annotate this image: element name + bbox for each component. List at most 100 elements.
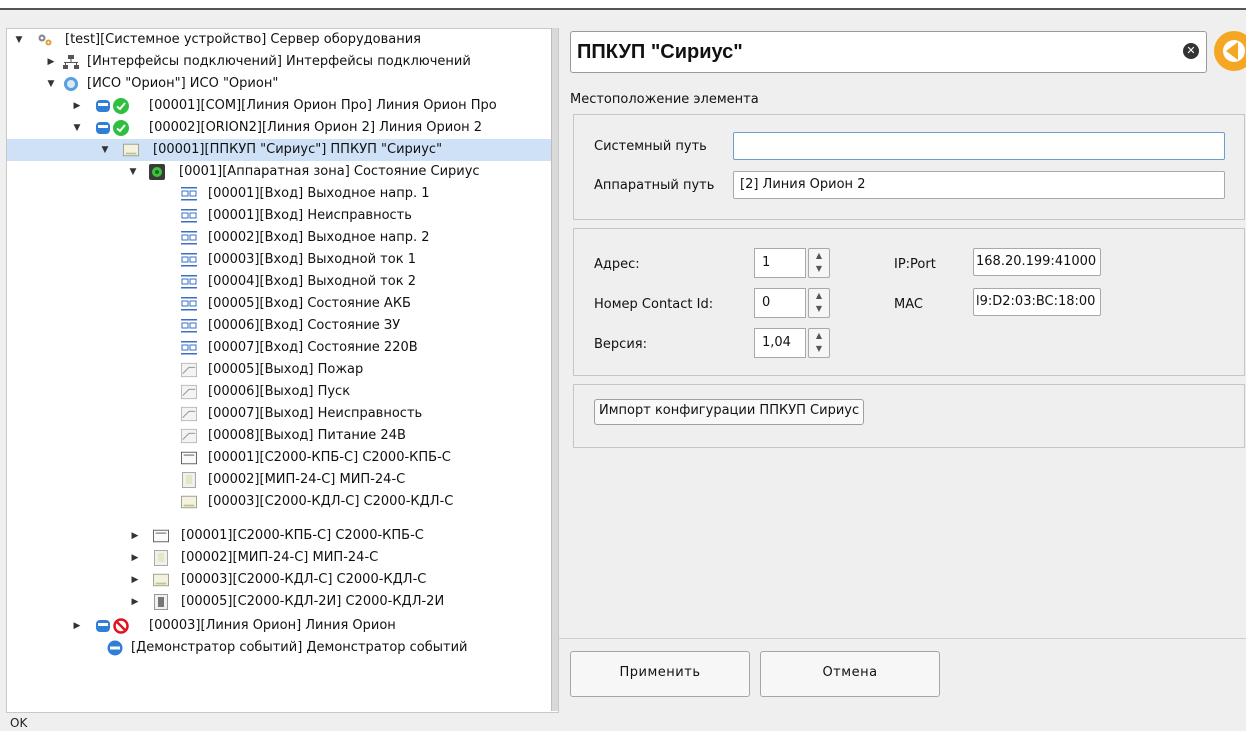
tree-item-line-orion-2[interactable]: ▼ [00002][ORION2][Линия Орион 2] Линия О… bbox=[7, 117, 558, 139]
kpb-icon bbox=[153, 529, 169, 543]
tree-item-input[interactable]: [00004][Вход] Выходной ток 2 bbox=[7, 271, 558, 293]
tree-item-zone[interactable]: ▼ [0001][Аппаратная зона] Состояние Сири… bbox=[7, 161, 558, 183]
tree-item-label: [0001][Аппаратная зона] Состояние Сириус bbox=[179, 164, 480, 179]
expand-arrow-icon[interactable]: ▶ bbox=[129, 591, 141, 613]
line-icon bbox=[96, 100, 110, 112]
network-icon bbox=[63, 55, 79, 69]
clear-icon[interactable]: ✕ bbox=[1183, 43, 1199, 59]
tree-item-input[interactable]: [00007][Вход] Состояние 220В bbox=[7, 337, 558, 359]
tree-item-input[interactable]: [00006][Вход] Состояние ЗУ bbox=[7, 315, 558, 337]
hardware-path-input[interactable]: [2] Линия Орион 2 bbox=[733, 171, 1225, 199]
tree-item-label: [00003][С2000-КДЛ-С] С2000-КДЛ-С bbox=[181, 572, 427, 587]
input-icon bbox=[181, 209, 197, 223]
tree-item-label: [00003][С2000-КДЛ-С] С2000-КДЛ-С bbox=[208, 494, 454, 509]
line-icon bbox=[96, 620, 110, 632]
stepper-arrows-icon[interactable]: ▲ ▼ bbox=[808, 328, 830, 358]
expand-arrow-icon[interactable]: ▶ bbox=[129, 569, 141, 591]
tree-item-input[interactable]: [00003][Вход] Выходной ток 1 bbox=[7, 249, 558, 271]
tree-item-input[interactable]: [00002][Вход] Выходное напр. 2 bbox=[7, 227, 558, 249]
ip-port-input[interactable]: 168.20.199:41000 bbox=[973, 248, 1101, 276]
action-bar: Применить Отмена bbox=[558, 638, 1246, 712]
tree-item-label: [00008][Выход] Питание 24В bbox=[208, 428, 406, 443]
device-tree[interactable]: ▼ [test][Системное устройство] Сервер об… bbox=[6, 28, 559, 713]
tree-item-server[interactable]: ▼ [test][Системное устройство] Сервер об… bbox=[7, 29, 558, 51]
tree-item-kdl[interactable]: [00003][С2000-КДЛ-С] С2000-КДЛ-С bbox=[7, 491, 558, 513]
collapse-arrow-icon[interactable]: ▼ bbox=[13, 29, 25, 51]
tree-item-output[interactable]: [00006][Выход] Пуск bbox=[7, 381, 558, 403]
input-icon bbox=[181, 341, 197, 355]
expand-arrow-icon[interactable]: ▶ bbox=[71, 95, 83, 117]
disabled-status-icon bbox=[113, 618, 129, 634]
tree-item-label: [00002][ORION2][Линия Орион 2] Линия Ори… bbox=[149, 120, 483, 135]
collapse-arrow-icon[interactable]: ▼ bbox=[45, 73, 57, 95]
tree-item-input[interactable]: [00005][Вход] Состояние АКБ bbox=[7, 293, 558, 315]
zone-icon bbox=[149, 164, 165, 180]
tree-item-output[interactable]: [00005][Выход] Пожар bbox=[7, 359, 558, 381]
ok-status-icon bbox=[113, 120, 129, 136]
title-field[interactable]: ППКУП "Сириус" ✕ bbox=[570, 31, 1207, 73]
tree-item-label: [ИСО "Орион"] ИСО "Орион" bbox=[87, 76, 279, 91]
collapse-arrow-icon[interactable]: ▼ bbox=[127, 161, 139, 183]
import-config-button[interactable]: Импорт конфигурации ППКУП Сириус bbox=[594, 399, 865, 425]
output-icon bbox=[181, 362, 197, 378]
tree-item-output[interactable]: [00007][Выход] Неисправность bbox=[7, 403, 558, 425]
contact-id-stepper[interactable]: 0 ▲ ▼ bbox=[754, 288, 830, 318]
tree-item-mip[interactable]: [00002][МИП-24-С] МИП-24-С bbox=[7, 469, 558, 491]
mac-label: MAC bbox=[894, 297, 923, 312]
tree-item-output[interactable]: [00008][Выход] Питание 24В bbox=[7, 425, 558, 447]
cancel-button[interactable]: Отмена bbox=[760, 651, 940, 697]
version-stepper[interactable]: 1,04 ▲ ▼ bbox=[754, 328, 830, 358]
line-icon bbox=[96, 122, 110, 134]
contact-id-label: Номер Contact Id: bbox=[594, 297, 714, 312]
tree-item-input[interactable]: [00001][Вход] Выходное напр. 1 bbox=[7, 183, 558, 205]
tree-item-line-orion[interactable]: ▶ [00003][Линия Орион] Линия Орион bbox=[7, 615, 558, 637]
location-group: Системный путь Аппаратный путь [2] Линия… bbox=[573, 114, 1245, 220]
tree-item-label: [00002][МИП-24-С] МИП-24-С bbox=[208, 472, 406, 487]
output-icon bbox=[181, 384, 197, 400]
tree-item-label: [00003][Линия Орион] Линия Орион bbox=[149, 618, 396, 633]
input-icon bbox=[181, 275, 197, 289]
tree-item-kpb[interactable]: [00001][С2000-КПБ-С] С2000-КПБ-С bbox=[7, 447, 558, 469]
stepper-arrows-icon[interactable]: ▲ ▼ bbox=[808, 288, 830, 318]
location-caption: Местоположение элемента bbox=[570, 92, 759, 107]
tree-item-label: [00006][Выход] Пуск bbox=[208, 384, 351, 399]
tree-item-mip[interactable]: ▶ [00002][МИП-24-С] МИП-24-С bbox=[7, 547, 558, 569]
tree-item-label: [00005][Вход] Состояние АКБ bbox=[208, 296, 411, 311]
tree-item-kdl-2i[interactable]: ▶ [00005][С2000-КДЛ-2И] С2000-КДЛ-2И bbox=[7, 591, 558, 613]
tree-item-line-orion-pro[interactable]: ▶ [00001][COM][Линия Орион Про] Линия Ор… bbox=[7, 95, 558, 117]
mac-input[interactable]: l9:D2:03:BC:18:00 bbox=[973, 288, 1101, 316]
tree-item-kpb[interactable]: ▶ [00001][С2000-КПБ-С] С2000-КПБ-С bbox=[7, 525, 558, 547]
device-icon bbox=[123, 143, 139, 157]
tree-item-ppkup-sirius[interactable]: ▼ [00001][ППКУП "Сириус"] ППКУП "Сириус" bbox=[7, 139, 558, 161]
tree-item-kdl[interactable]: ▶ [00003][С2000-КДЛ-С] С2000-КДЛ-С bbox=[7, 569, 558, 591]
ip-port-label: IP:Port bbox=[894, 257, 936, 272]
back-button[interactable] bbox=[1214, 31, 1246, 71]
address-stepper[interactable]: 1 ▲ ▼ bbox=[754, 248, 830, 278]
tree-item-label: [00001][Вход] Выходное напр. 1 bbox=[208, 186, 430, 201]
expand-arrow-icon[interactable]: ▶ bbox=[71, 615, 83, 637]
stepper-arrows-icon[interactable]: ▲ ▼ bbox=[808, 248, 830, 278]
apply-button[interactable]: Применить bbox=[570, 651, 750, 697]
collapse-arrow-icon[interactable]: ▼ bbox=[99, 139, 111, 161]
tree-item-demo[interactable]: [Демонстратор событий] Демонстратор собы… bbox=[7, 637, 558, 659]
collapse-arrow-icon[interactable]: ▼ bbox=[71, 117, 83, 139]
expand-arrow-icon[interactable]: ▶ bbox=[129, 547, 141, 569]
ok-status-icon bbox=[113, 98, 129, 114]
tree-item-label: [00002][Вход] Выходное напр. 2 bbox=[208, 230, 430, 245]
tree-item-interfaces[interactable]: ▶ [Интерфейсы подключений] Интерфейсы по… bbox=[7, 51, 558, 73]
address-label: Адрес: bbox=[594, 257, 640, 272]
expand-arrow-icon[interactable]: ▶ bbox=[129, 525, 141, 547]
tree-item-iso-orion[interactable]: ▼ [ИСО "Орион"] ИСО "Орион" bbox=[7, 73, 558, 95]
tree-item-label: [00001][С2000-КПБ-С] С2000-КПБ-С bbox=[181, 528, 424, 543]
panel-splitter[interactable] bbox=[551, 28, 558, 711]
tree-item-label: [00004][Вход] Выходной ток 2 bbox=[208, 274, 416, 289]
orion-icon bbox=[64, 77, 78, 91]
tree-item-input[interactable]: [00001][Вход] Неисправность bbox=[7, 205, 558, 227]
expand-arrow-icon[interactable]: ▶ bbox=[45, 51, 57, 73]
gears-icon bbox=[38, 34, 52, 46]
tree-item-label: [00005][С2000-КДЛ-2И] С2000-КДЛ-2И bbox=[181, 594, 445, 609]
window-top-edge bbox=[0, 0, 1246, 10]
status-bar-text: OK bbox=[10, 716, 28, 730]
kdl-icon bbox=[181, 495, 197, 509]
system-path-input[interactable] bbox=[733, 132, 1225, 160]
